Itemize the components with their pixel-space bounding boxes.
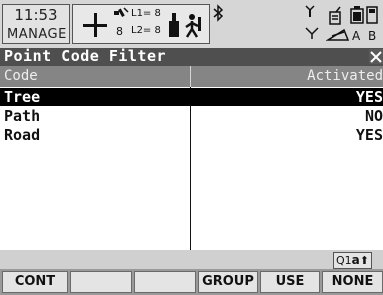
code-cell: Tree — [4, 88, 41, 106]
table-row[interactable]: Road YES — [0, 126, 383, 144]
table-row[interactable]: Tree YES — [0, 88, 383, 106]
bluetooth-icon — [213, 4, 224, 22]
indicator-b: B — [368, 29, 377, 43]
memory-card-icon — [366, 6, 378, 24]
column-header-code[interactable]: Code — [4, 68, 38, 84]
l2-satellites: L2= 8 — [131, 25, 161, 36]
use-button[interactable]: USE — [260, 271, 320, 293]
table-row[interactable]: Path NO — [0, 107, 383, 125]
activated-cell: YES — [355, 88, 383, 106]
signal-link-icon — [305, 27, 319, 39]
program-name: MANAGE — [7, 27, 67, 42]
radio-link-icon — [305, 5, 315, 17]
activated-cell: NO — [364, 107, 383, 125]
device-status-icons: A B — [300, 2, 383, 46]
clock-box: 11:53 MANAGE — [2, 4, 70, 44]
position-status-box: 8 L1= 8 L2= 8 — [72, 4, 210, 44]
activated-cell: YES — [355, 126, 383, 144]
f3-button[interactable] — [134, 271, 196, 293]
satellite-icon — [114, 7, 129, 17]
input-mode-indicator: Q1a⬆ — [333, 252, 372, 269]
code-list: Tree YES Path NO Road YES — [0, 87, 383, 250]
input-mode-letter: a — [351, 253, 360, 267]
screen: 11:53 MANAGE 8 L1= 8 L2= 8 A B Point Cod… — [0, 0, 383, 295]
indicator-a: A — [352, 29, 361, 43]
gsm-phone-icon — [329, 6, 341, 25]
column-divider — [190, 66, 191, 87]
status-bar: 11:53 MANAGE 8 L1= 8 L2= 8 A B — [0, 0, 383, 48]
close-button[interactable] — [369, 49, 383, 64]
satellite-count: 8 — [116, 25, 123, 38]
group-button[interactable]: GROUP — [198, 271, 258, 293]
column-header-activated[interactable]: Activated — [307, 68, 383, 84]
battery-icon — [350, 6, 364, 24]
position-crosshair-icon — [83, 13, 107, 37]
close-icon — [370, 51, 382, 63]
page-title: Point Code Filter — [4, 47, 167, 65]
none-button[interactable]: NONE — [322, 271, 383, 293]
clock: 11:53 — [14, 6, 58, 24]
antenna-icon — [169, 13, 179, 37]
function-key-bar: CONT GROUP USE NONE — [0, 269, 383, 295]
f2-button[interactable] — [70, 271, 132, 293]
code-cell: Path — [4, 107, 41, 125]
l1-satellites: L1= 8 — [131, 8, 161, 19]
title-bar: Point Code Filter — [0, 47, 383, 66]
input-mode-bar: Q1a⬆ — [0, 250, 383, 269]
code-cell: Road — [4, 126, 41, 144]
input-mode-arrow-icon: ⬆ — [359, 254, 369, 267]
cont-button[interactable]: CONT — [2, 271, 68, 293]
walking-person-icon — [185, 14, 201, 38]
input-mode-prefix: Q1 — [336, 254, 352, 267]
table-header: Code Activated — [0, 66, 383, 87]
compensator-icon — [326, 28, 350, 41]
